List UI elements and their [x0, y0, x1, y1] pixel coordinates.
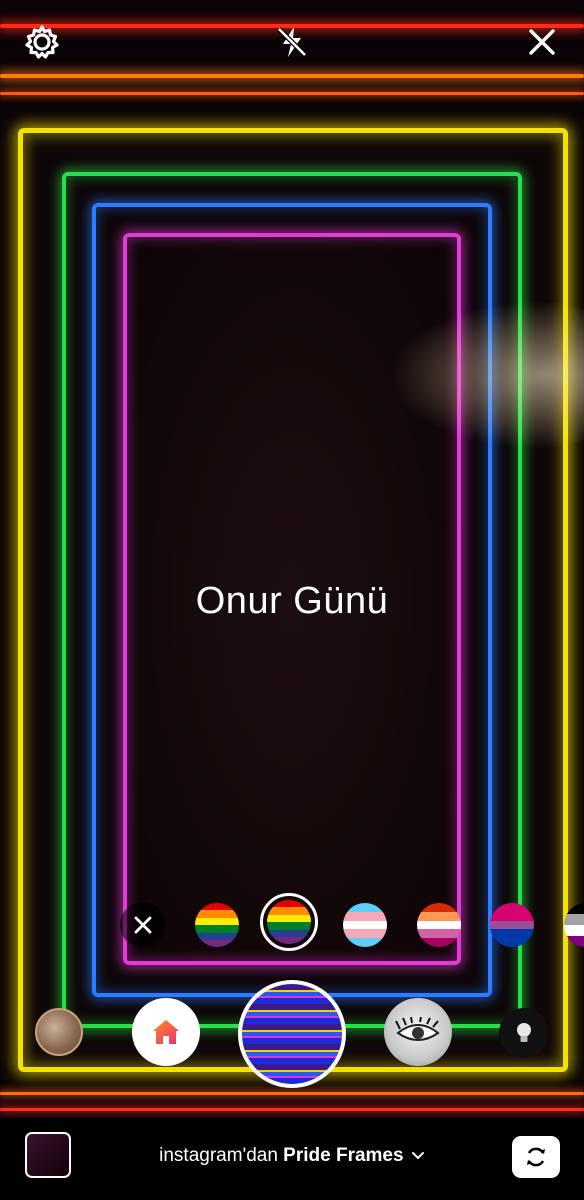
- transgender-flag[interactable]: [343, 903, 387, 947]
- close-icon: [529, 29, 555, 55]
- effect-name: Pride Frames: [283, 1145, 404, 1166]
- close-button[interactable]: [522, 22, 562, 62]
- eyelash-effect[interactable]: [384, 998, 452, 1066]
- flash-off-icon: [277, 27, 307, 57]
- flash-button[interactable]: [272, 22, 312, 62]
- close-icon: [134, 916, 152, 934]
- switch-camera-button[interactable]: [512, 1136, 560, 1178]
- neon-line-orange-2: [0, 92, 584, 95]
- settings-button[interactable]: [22, 22, 62, 62]
- gear-icon: [25, 25, 59, 59]
- pride-frames-effect[interactable]: [238, 980, 346, 1088]
- neon-line-bottom-red: [0, 1108, 584, 1111]
- neon-line-bottom-orange: [0, 1092, 584, 1095]
- home-icon: [153, 1020, 179, 1044]
- home-effect[interactable]: [132, 998, 200, 1066]
- light-bulb-effect[interactable]: [499, 1008, 549, 1058]
- neon-line-orange: [0, 74, 584, 78]
- attribution-prefix: instagram'dan: [159, 1145, 278, 1166]
- progress-rainbow-flag[interactable]: [267, 900, 311, 944]
- eye-icon: [395, 1017, 440, 1041]
- switch-camera-icon: [527, 1147, 545, 1167]
- effect-attribution[interactable]: instagram'dan Pride Frames: [0, 1145, 584, 1167]
- light-bulb-icon: [517, 1023, 531, 1042]
- clear-effect-button[interactable]: [120, 902, 166, 948]
- lesbian-flag[interactable]: [417, 903, 461, 947]
- bisexual-flag[interactable]: [490, 903, 534, 947]
- overlay-title: Onur Günü: [195, 580, 389, 622]
- chevron-down-icon: [411, 1151, 424, 1160]
- rainbow-flag-6[interactable]: [195, 903, 239, 947]
- portrait-effect[interactable]: [35, 1008, 83, 1056]
